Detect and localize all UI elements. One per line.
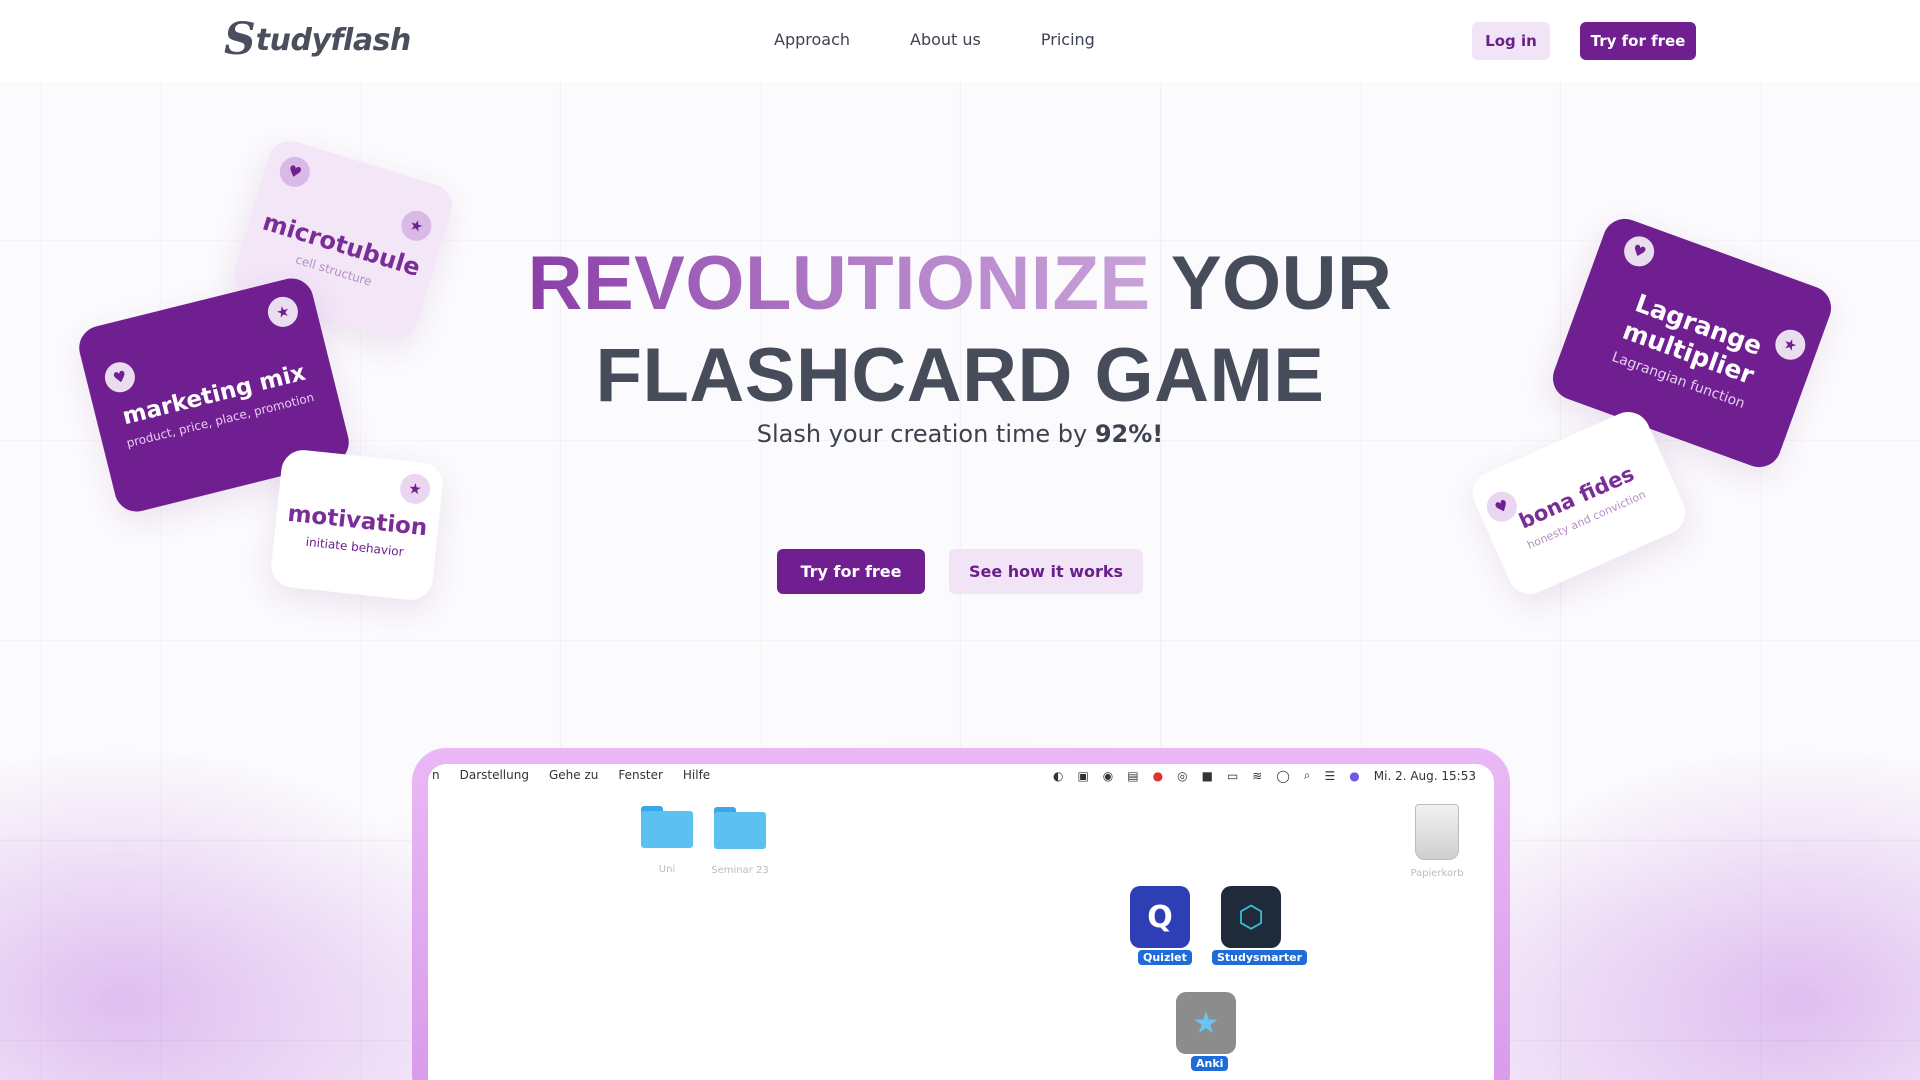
trash-icon[interactable]	[1415, 804, 1459, 860]
search-icon[interactable]: ⌕	[1304, 768, 1311, 783]
try-for-free-hero-button[interactable]: Try for free	[777, 549, 925, 594]
menubar-menus: n Darstellung Gehe zu Fenster Hilfe	[432, 768, 710, 782]
hero-title-line-2: FLASHCARD GAME	[595, 333, 1325, 418]
status-icon-4[interactable]: ▤	[1127, 769, 1138, 783]
hero-subtitle-prefix: Slash your creation time by	[756, 420, 1095, 448]
heart-icon: ♥	[101, 359, 139, 396]
status-icon-2[interactable]: ▣	[1077, 769, 1088, 783]
studysmarter-app-icon[interactable]: ⬡	[1221, 886, 1281, 948]
status-icon-1[interactable]: ◐	[1053, 769, 1063, 783]
menu-item-darstellung[interactable]: Darstellung	[460, 768, 529, 782]
menubar-clock: Mi. 2. Aug. 15:53	[1373, 768, 1476, 783]
nav-link-approach[interactable]: Approach	[774, 30, 850, 49]
nav-link-about-us[interactable]: About us	[910, 30, 981, 49]
wifi-icon[interactable]: ≋	[1252, 769, 1262, 783]
quizlet-app-icon[interactable]: Q	[1130, 886, 1190, 948]
desktop-preview: n Darstellung Gehe zu Fenster Hilfe ◐ ▣ …	[428, 764, 1494, 1080]
folder-label: Uni	[658, 864, 676, 875]
login-button[interactable]: Log in	[1472, 22, 1550, 60]
menu-item-hilfe[interactable]: Hilfe	[683, 768, 710, 782]
status-icon-3[interactable]: ◉	[1103, 769, 1113, 783]
try-for-free-nav-button[interactable]: Try for free	[1580, 22, 1696, 60]
nav-link-pricing[interactable]: Pricing	[1041, 30, 1095, 49]
mac-menubar: n Darstellung Gehe zu Fenster Hilfe ◐ ▣ …	[428, 764, 1494, 786]
heart-icon: ♥	[276, 153, 314, 191]
siri-icon[interactable]: ●	[1349, 769, 1359, 783]
user-icon[interactable]: ◯	[1276, 769, 1289, 783]
quizlet-label: Quizlet	[1138, 950, 1192, 965]
folder-label: Seminar 23	[711, 865, 769, 876]
folder-icon[interactable]	[714, 807, 766, 849]
studysmarter-label: Studysmarter	[1212, 950, 1308, 965]
hero-title-highlight: REVOLUTIONIZE	[527, 241, 1151, 326]
hero-title-rest: YOUR	[1170, 241, 1393, 326]
flashcard-motivation: ★ motivation initiate behavior	[269, 447, 445, 603]
nav-links: Approach About us Pricing	[774, 30, 1095, 49]
star-icon: ★	[1771, 325, 1810, 364]
menu-item-partial[interactable]: n	[432, 768, 440, 782]
record-icon[interactable]: ●	[1153, 769, 1163, 783]
heart-icon: ♥	[1619, 232, 1659, 271]
status-icon-7[interactable]: ■	[1202, 769, 1213, 783]
status-icon-6[interactable]: ◎	[1177, 769, 1187, 783]
heart-icon: ♥	[1482, 486, 1522, 527]
star-icon: ★	[397, 207, 436, 245]
studyflash-logo[interactable]: S tudyflash	[224, 18, 411, 62]
star-icon: ★	[398, 472, 432, 506]
hero-subtitle-value: 92%	[1094, 420, 1153, 448]
see-how-it-works-button[interactable]: See how it works	[949, 549, 1143, 594]
anki-app-icon[interactable]: ★	[1176, 992, 1236, 1054]
menu-item-gehe-zu[interactable]: Gehe zu	[549, 768, 598, 782]
menu-item-fenster[interactable]: Fenster	[618, 768, 663, 782]
folder-icon[interactable]	[641, 806, 693, 848]
top-navigation: S tudyflash Approach About us Pricing Lo…	[0, 0, 1920, 82]
star-icon: ★	[264, 293, 302, 331]
logo-text: tudyflash	[255, 22, 412, 58]
logo-mark: S	[224, 14, 256, 65]
menubar-status-icons: ◐ ▣ ◉ ▤ ● ◎ ■ ▭ ≋ ◯ ⌕ ☰ ● Mi. 2. Aug. 15…	[1053, 768, 1476, 783]
battery-icon[interactable]: ▭	[1227, 769, 1238, 783]
flashcard-definition: initiate behavior	[305, 534, 405, 559]
control-center-icon[interactable]: ☰	[1325, 769, 1336, 783]
trash-label: Papierkorb	[1410, 868, 1464, 879]
anki-label: Anki	[1191, 1056, 1229, 1071]
hero-subtitle-suffix: !	[1152, 420, 1164, 448]
